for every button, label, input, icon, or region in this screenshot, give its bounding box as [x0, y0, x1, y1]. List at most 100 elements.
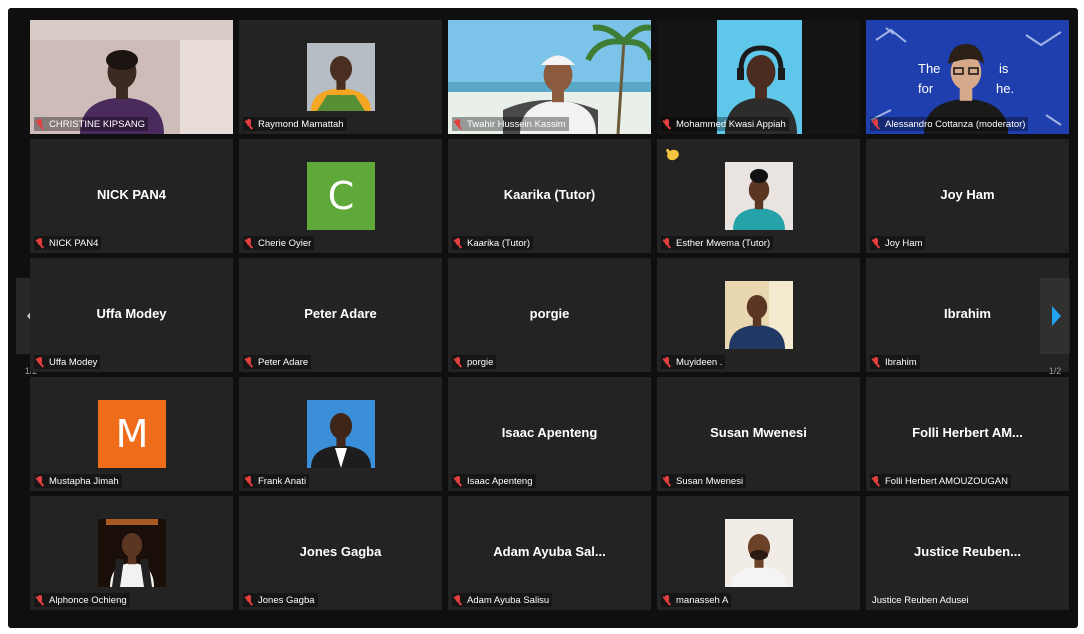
- svg-text:is: is: [999, 61, 1009, 76]
- participant-tile[interactable]: porgie porgie: [448, 258, 651, 372]
- mic-muted-icon: [245, 238, 254, 248]
- next-page-button[interactable]: 1/2: [1040, 278, 1070, 376]
- participant-tile[interactable]: Folli Herbert AM... Folli Herbert AMOUZOU…: [866, 377, 1069, 491]
- mic-muted-icon: [245, 595, 254, 605]
- participant-display-name: Ibrahim: [944, 306, 991, 321]
- participant-name: Muyideen .: [676, 356, 723, 368]
- participant-photo: [307, 400, 375, 468]
- svg-text:for: for: [918, 81, 934, 96]
- mic-muted-icon: [454, 476, 463, 486]
- participant-tile[interactable]: Joy Ham Joy Ham: [866, 139, 1069, 253]
- participant-name: Justice Reuben Adusei: [872, 594, 969, 606]
- participant-name: Kaarika (Tutor): [467, 237, 530, 249]
- mic-muted-icon: [36, 357, 45, 367]
- mic-muted-icon: [663, 476, 672, 486]
- participant-name: Mohammed Kwasi Appiah: [676, 118, 786, 130]
- participant-name-label: Frank Anati: [243, 474, 310, 488]
- participant-tile[interactable]: Mohammed Kwasi Appiah: [657, 20, 860, 134]
- participant-display-name: Adam Ayuba Sal...: [493, 544, 606, 559]
- participant-photo: [725, 162, 793, 230]
- screenshot-frame: 1/2 CHRISTINE KIPSANG Raymond Mamattah Twa…: [0, 0, 1084, 634]
- participant-tile[interactable]: Frank Anati: [239, 377, 442, 491]
- participant-name: Alessandro Cottanza (moderator): [885, 118, 1026, 130]
- participant-name-label: Folli Herbert AMOUZOUGAN: [870, 474, 1011, 488]
- participant-tile[interactable]: Peter Adare Peter Adare: [239, 258, 442, 372]
- participant-tile[interactable]: Twahir Hussein Kassim: [448, 20, 651, 134]
- participant-name: porgie: [467, 356, 494, 368]
- participant-name-label: Ibrahim: [870, 355, 920, 369]
- participant-tile[interactable]: Uffa Modey Uffa Modey: [30, 258, 233, 372]
- participant-name-label: Mustapha Jimah: [34, 474, 122, 488]
- participant-name-label: Mohammed Kwasi Appiah: [661, 117, 789, 131]
- participant-tile[interactable]: M Mustapha Jimah: [30, 377, 233, 491]
- participant-display-name: Joy Ham: [940, 187, 995, 202]
- participant-tile[interactable]: Isaac Apenteng Isaac Apenteng: [448, 377, 651, 491]
- participant-name: Adam Ayuba Salisu: [467, 594, 550, 606]
- participant-photo: [98, 519, 166, 587]
- participant-tile[interactable]: Jones Gagba Jones Gagba: [239, 496, 442, 610]
- participant-tile[interactable]: manasseh A: [657, 496, 860, 610]
- participant-tile[interactable]: Justice Reuben... Justice Reuben Adusei: [866, 496, 1069, 610]
- mic-muted-icon: [663, 595, 672, 605]
- participant-name-label: Jones Gagba: [243, 593, 318, 607]
- participant-tile[interactable]: Adam Ayuba Sal... Adam Ayuba Salisu: [448, 496, 651, 610]
- avatar-letter: M: [98, 400, 166, 468]
- participant-tile[interactable]: Muyideen .: [657, 258, 860, 372]
- participant-name-label: Esther Mwema (Tutor): [661, 236, 774, 250]
- mic-muted-icon: [663, 357, 672, 367]
- mic-muted-icon: [36, 595, 45, 605]
- participant-name: Alphonce Ochieng: [49, 594, 127, 606]
- mic-muted-icon: [872, 476, 881, 486]
- chevron-right-icon: [1052, 306, 1061, 326]
- participant-name: Cherie Oyier: [258, 237, 312, 249]
- participant-display-name: Uffa Modey: [96, 306, 167, 321]
- gallery-view: 1/2 CHRISTINE KIPSANG Raymond Mamattah Twa…: [8, 8, 1078, 628]
- participant-name-label: Raymond Mamattah: [243, 117, 347, 131]
- participant-name-label: Muyideen .: [661, 355, 726, 369]
- mic-muted-icon: [36, 238, 45, 248]
- avatar-letter: C: [307, 162, 375, 230]
- participant-tile[interactable]: Kaarika (Tutor) Kaarika (Tutor): [448, 139, 651, 253]
- svg-text:The: The: [918, 61, 940, 76]
- participant-name-label: NICK PAN4: [34, 236, 102, 250]
- participant-tile[interactable]: Alphonce Ochieng: [30, 496, 233, 610]
- svg-text:he.: he.: [996, 81, 1014, 96]
- mic-muted-icon: [663, 119, 672, 129]
- mic-muted-icon: [36, 119, 45, 129]
- participant-name: Isaac Apenteng: [467, 475, 533, 487]
- mic-muted-icon: [872, 357, 881, 367]
- mic-muted-icon: [245, 119, 254, 129]
- participant-name-label: CHRISTINE KIPSANG: [34, 117, 149, 131]
- participant-name-label: Peter Adare: [243, 355, 312, 369]
- participant-display-name: NICK PAN4: [96, 187, 167, 202]
- participant-name: Uffa Modey: [49, 356, 98, 368]
- participant-name: Twahir Hussein Kassim: [467, 118, 566, 130]
- page-indicator-right: 1/2: [1048, 366, 1062, 376]
- participant-display-name: Susan Mwenesi: [710, 425, 807, 440]
- participant-name-label: Alessandro Cottanza (moderator): [870, 117, 1029, 131]
- mic-muted-icon: [872, 238, 881, 248]
- participant-name-label: Isaac Apenteng: [452, 474, 536, 488]
- participant-name-label: manasseh A: [661, 593, 732, 607]
- participant-tile[interactable]: Esther Mwema (Tutor): [657, 139, 860, 253]
- participant-photo: [725, 519, 793, 587]
- participant-name-label: Susan Mwenesi: [661, 474, 747, 488]
- mic-muted-icon: [454, 357, 463, 367]
- participant-tile[interactable]: CHRISTINE KIPSANG: [30, 20, 233, 134]
- mic-muted-icon: [36, 476, 45, 486]
- participant-tile[interactable]: Ibrahim Ibrahim: [866, 258, 1069, 372]
- participant-display-name: Peter Adare: [304, 306, 377, 321]
- participant-name: manasseh A: [676, 594, 729, 606]
- mic-muted-icon: [245, 357, 254, 367]
- participant-name: Mustapha Jimah: [49, 475, 119, 487]
- mic-muted-icon: [454, 119, 463, 129]
- mic-muted-icon: [454, 238, 463, 248]
- participant-name: Folli Herbert AMOUZOUGAN: [885, 475, 1008, 487]
- participant-tile[interactable]: Susan Mwenesi Susan Mwenesi: [657, 377, 860, 491]
- participant-tile[interactable]: Raymond Mamattah: [239, 20, 442, 134]
- participant-tile[interactable]: C Cherie Oyier: [239, 139, 442, 253]
- participant-tile[interactable]: NICK PAN4 NICK PAN4: [30, 139, 233, 253]
- participant-photo: [307, 43, 375, 111]
- participant-tile[interactable]: The is for he. Alessandro Cottanza (moderato…: [866, 20, 1069, 134]
- participant-name-label: Kaarika (Tutor): [452, 236, 533, 250]
